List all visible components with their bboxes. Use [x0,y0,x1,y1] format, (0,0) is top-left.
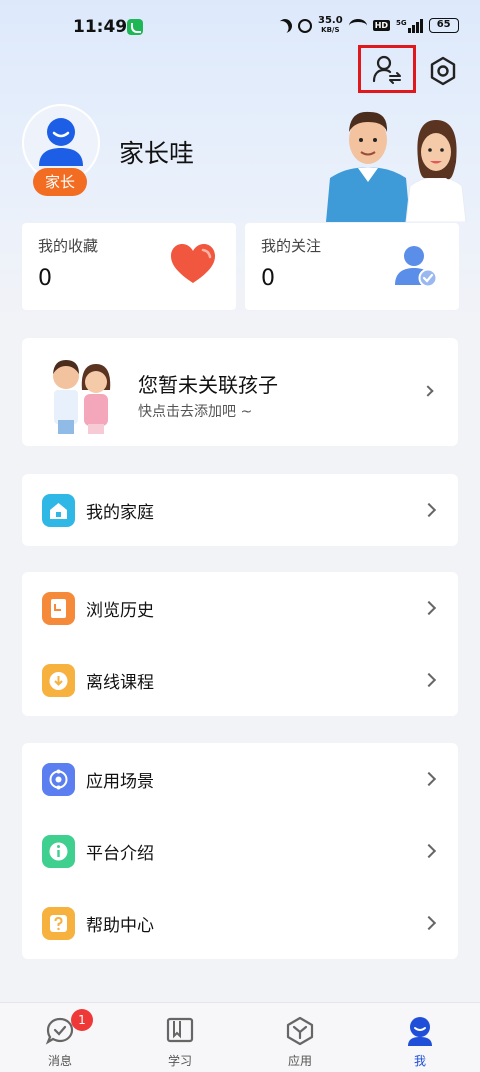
tab-me-label: 我 [413,1054,426,1068]
menu-label-platform-intro: 平台介绍 [86,844,154,864]
scenes-icon [42,763,75,796]
follows-card[interactable]: 我的关注 0 [245,223,459,310]
user-icon [408,1017,432,1046]
tab-apps-label: 应用 [287,1054,312,1068]
menu-label-scenes: 应用场景 [86,772,154,792]
link-child-card[interactable]: 您暂未关联孩子 快点击去添加吧 ~ [22,338,458,446]
tab-messages[interactable]: 1 消息 [0,1003,120,1072]
help-icon [42,907,75,940]
speed-unit: KB/S [321,26,340,34]
switch-identity-button[interactable] [358,45,416,93]
settings-button[interactable] [424,52,462,90]
family-menu-card: 我的家庭 [22,474,458,546]
child-card-title: 您暂未关联孩子 [138,373,278,397]
tab-apps[interactable]: 应用 [240,1003,360,1072]
user-avatar-icon [39,118,83,166]
status-time: 11:49 [73,17,128,37]
do-not-disturb-icon [275,16,294,35]
network-type: 5G [396,18,407,27]
chevron-right-icon [421,502,437,518]
user-check-icon [395,246,438,288]
history-menu-card: 浏览历史 离线课程 [22,572,458,716]
children-illustration [53,360,111,434]
menu-label-help-center: 帮助中心 [86,916,154,936]
book-icon [166,1017,194,1043]
menu-item-scenes[interactable]: 应用场景 [22,743,458,815]
tab-study[interactable]: 学习 [120,1003,240,1072]
history-icon [42,592,75,625]
battery-indicator: 65 [428,18,459,33]
heart-icon [171,244,215,283]
chevron-right-icon [421,771,437,787]
signal-icon: 5G [396,18,423,33]
favorites-count: 0 [38,266,52,291]
child-card-subtitle: 快点击去添加吧 ~ [138,404,253,420]
home-icon [42,494,75,527]
chevron-right-icon [421,843,437,859]
favorites-card[interactable]: 我的收藏 0 [22,223,236,310]
call-icon [127,19,143,35]
apps-icon [286,1016,314,1046]
menu-item-help-center[interactable]: 帮助中心 [22,887,458,959]
menu-item-platform-intro[interactable]: 平台介绍 [22,815,458,887]
info-icon [42,835,75,868]
chevron-right-icon [421,600,437,616]
messages-badge: 1 [71,1009,93,1031]
wifi-icon [348,18,367,33]
role-badge: 家长 [33,168,87,196]
person-swap-icon [372,55,401,84]
tab-messages-label: 消息 [47,1054,72,1068]
status-indicators: 35.0 KB/S HD 5G 65 [278,16,459,35]
chevron-right-icon [422,385,434,397]
favorites-label: 我的收藏 [38,237,99,255]
menu-item-history[interactable]: 浏览历史 [22,572,458,644]
menu-label-family: 我的家庭 [86,503,154,523]
parents-illustration [326,111,467,222]
download-icon [42,664,75,697]
menu-item-family[interactable]: 我的家庭 [22,474,458,546]
follows-label: 我的关注 [261,237,322,255]
network-speed: 35.0 KB/S [318,16,343,35]
chevron-right-icon [421,672,437,688]
chevron-right-icon [421,915,437,931]
gear-icon [430,56,456,86]
bottom-navigation: 1 消息 学习 应用 我 [0,1002,480,1072]
tab-me[interactable]: 我 [360,1003,480,1072]
menu-label-history: 浏览历史 [86,601,154,621]
follows-count: 0 [261,266,275,291]
user-name: 家长哇 [119,139,195,168]
speed-value: 35.0 [318,15,343,26]
menu-label-offline-courses: 离线课程 [86,673,154,693]
info-menu-card: 应用场景 平台介绍 帮助中心 [22,743,458,959]
alarm-icon [298,18,312,33]
hd-indicator: HD [372,20,391,31]
menu-item-offline-courses[interactable]: 离线课程 [22,644,458,716]
tab-study-label: 学习 [167,1054,192,1068]
